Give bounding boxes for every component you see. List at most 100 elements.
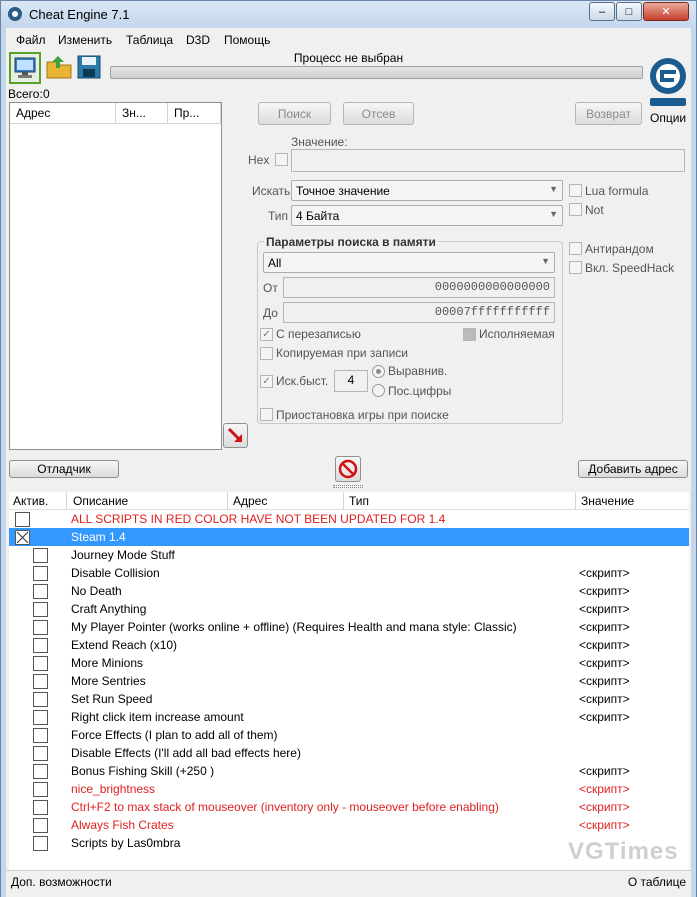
pause-game-checkbox[interactable] bbox=[260, 408, 273, 421]
active-checkbox[interactable] bbox=[33, 548, 48, 563]
column-value[interactable]: Зн... bbox=[116, 103, 168, 123]
hex-label: Hex bbox=[248, 153, 270, 167]
active-checkbox[interactable] bbox=[33, 692, 48, 707]
writable-checkbox[interactable]: ✓ bbox=[260, 328, 273, 341]
table-row[interactable]: Disable Effects (I'll add all bad effect… bbox=[9, 744, 689, 762]
executable-checkbox[interactable] bbox=[463, 328, 476, 341]
first-scan-button[interactable]: Поиск bbox=[258, 102, 331, 125]
active-checkbox[interactable] bbox=[33, 656, 48, 671]
splitter-handle[interactable] bbox=[333, 485, 363, 488]
active-checkbox[interactable] bbox=[33, 674, 48, 689]
cheat-table[interactable]: ALL SCRIPTS IN RED COLOR HAVE NOT BEEN U… bbox=[9, 510, 689, 870]
advanced-options-link[interactable]: Доп. возможности bbox=[11, 875, 112, 889]
table-row[interactable]: ALL SCRIPTS IN RED COLOR HAVE NOT BEEN U… bbox=[9, 510, 689, 528]
undo-scan-button[interactable]: Возврат bbox=[575, 102, 642, 125]
to-address-input[interactable]: 00007fffffffffff bbox=[283, 302, 555, 323]
menu-help[interactable]: Помощь bbox=[224, 33, 270, 47]
active-checkbox[interactable] bbox=[33, 782, 48, 797]
active-checkbox[interactable] bbox=[33, 566, 48, 581]
from-address-input[interactable]: 0000000000000000 bbox=[283, 277, 555, 298]
active-checkbox[interactable] bbox=[33, 800, 48, 815]
table-row[interactable]: Disable Collision <скрипт> bbox=[9, 564, 689, 582]
menu-table[interactable]: Таблица bbox=[126, 33, 173, 47]
speedhack-checkbox[interactable] bbox=[569, 261, 582, 274]
row-description: Disable Effects (I'll add all bad effect… bbox=[71, 746, 301, 760]
table-row[interactable]: Ctrl+F2 to max stack of mouseover (inven… bbox=[9, 798, 689, 816]
table-row[interactable]: Extend Reach (x10) <скрипт> bbox=[9, 636, 689, 654]
column-active[interactable]: Актив. bbox=[13, 494, 48, 508]
column-value[interactable]: Значение bbox=[581, 494, 634, 508]
table-row[interactable]: Set Run Speed <скрипт> bbox=[9, 690, 689, 708]
add-address-button[interactable]: Добавить адрес bbox=[578, 460, 688, 478]
active-checkbox[interactable] bbox=[33, 602, 48, 617]
options-label[interactable]: Опции bbox=[650, 111, 686, 125]
next-scan-button[interactable]: Отсев bbox=[343, 102, 414, 125]
scan-type-select[interactable]: Точное значение ▼ bbox=[291, 180, 563, 201]
table-row[interactable]: More Minions <скрипт> bbox=[9, 654, 689, 672]
stop-scan-button[interactable] bbox=[335, 456, 361, 482]
unrandomizer-checkbox[interactable] bbox=[569, 242, 582, 255]
close-button[interactable]: ✕ bbox=[643, 2, 689, 21]
table-extras-link[interactable]: О таблице bbox=[628, 875, 686, 889]
total-value: 0 bbox=[43, 87, 50, 101]
to-label: До bbox=[263, 306, 278, 320]
active-checkbox[interactable] bbox=[33, 620, 48, 635]
menu-file[interactable]: Файл bbox=[16, 33, 46, 47]
active-checkbox[interactable] bbox=[15, 512, 30, 527]
cheat-engine-logo[interactable] bbox=[646, 52, 690, 110]
fast-scan-value-input[interactable]: 4 bbox=[334, 370, 368, 392]
table-row[interactable]: More Sentries <скрипт> bbox=[9, 672, 689, 690]
active-checkbox[interactable] bbox=[33, 818, 48, 833]
active-checkbox[interactable] bbox=[15, 530, 30, 545]
active-checkbox[interactable] bbox=[33, 746, 48, 761]
add-to-list-button[interactable] bbox=[223, 423, 248, 448]
table-row[interactable]: Always Fish Crates <скрипт> bbox=[9, 816, 689, 834]
active-checkbox[interactable] bbox=[33, 584, 48, 599]
row-description: More Minions bbox=[71, 656, 144, 670]
last-digits-radio[interactable] bbox=[372, 384, 385, 397]
column-type[interactable]: Тип bbox=[349, 494, 369, 508]
value-type-select[interactable]: 4 Байта ▼ bbox=[291, 205, 563, 226]
title-bar[interactable]: Cheat Engine 7.1 – □ ✕ bbox=[0, 0, 697, 28]
active-checkbox[interactable] bbox=[33, 710, 48, 725]
table-row[interactable]: Craft Anything <скрипт> bbox=[9, 600, 689, 618]
alignment-radio[interactable] bbox=[372, 365, 385, 378]
table-row[interactable]: Force Effects (I plan to add all of them… bbox=[9, 726, 689, 744]
column-address[interactable]: Адрес bbox=[10, 103, 116, 123]
value-input[interactable] bbox=[291, 149, 685, 172]
active-checkbox[interactable] bbox=[33, 836, 48, 851]
active-checkbox[interactable] bbox=[33, 728, 48, 743]
hex-checkbox[interactable] bbox=[275, 153, 288, 166]
menu-edit[interactable]: Изменить bbox=[58, 33, 112, 47]
column-address[interactable]: Адрес bbox=[233, 494, 267, 508]
table-row[interactable]: nice_brightness <скрипт> bbox=[9, 780, 689, 798]
minimize-button[interactable]: – bbox=[589, 2, 615, 21]
memory-region-select[interactable]: All ▼ bbox=[263, 252, 555, 273]
table-row[interactable]: No Death <скрипт> bbox=[9, 582, 689, 600]
column-description[interactable]: Описание bbox=[73, 494, 128, 508]
table-row[interactable]: Bonus Fishing Skill (+250 ) <скрипт> bbox=[9, 762, 689, 780]
chevron-down-icon: ▼ bbox=[541, 256, 550, 266]
maximize-button[interactable]: □ bbox=[616, 2, 642, 21]
table-row[interactable]: Journey Mode Stuff bbox=[9, 546, 689, 564]
table-row[interactable]: Right click item increase amount <скрипт> bbox=[9, 708, 689, 726]
fast-scan-checkbox[interactable]: ✓ bbox=[260, 375, 273, 388]
table-row[interactable]: Steam 1.4 bbox=[9, 528, 689, 546]
copy-on-write-checkbox[interactable] bbox=[260, 347, 273, 360]
lua-formula-checkbox[interactable] bbox=[569, 184, 582, 197]
table-row[interactable]: My Player Pointer (works online + offlin… bbox=[9, 618, 689, 636]
row-description: My Player Pointer (works online + offlin… bbox=[71, 620, 517, 634]
found-addresses-list[interactable]: Адрес Зн... Пр... bbox=[9, 102, 222, 450]
menu-d3d[interactable]: D3D bbox=[186, 33, 210, 47]
active-checkbox[interactable] bbox=[33, 764, 48, 779]
row-description: Ctrl+F2 to max stack of mouseover (inven… bbox=[71, 800, 499, 814]
debugger-button[interactable]: Отладчик bbox=[9, 460, 119, 478]
active-checkbox[interactable] bbox=[33, 638, 48, 653]
row-description: Set Run Speed bbox=[71, 692, 153, 706]
not-checkbox[interactable] bbox=[569, 203, 582, 216]
row-description: No Death bbox=[71, 584, 122, 598]
window-frame-right bbox=[691, 28, 697, 897]
column-previous[interactable]: Пр... bbox=[168, 103, 221, 123]
column-separator bbox=[575, 492, 576, 510]
window-title: Cheat Engine 7.1 bbox=[29, 7, 130, 22]
